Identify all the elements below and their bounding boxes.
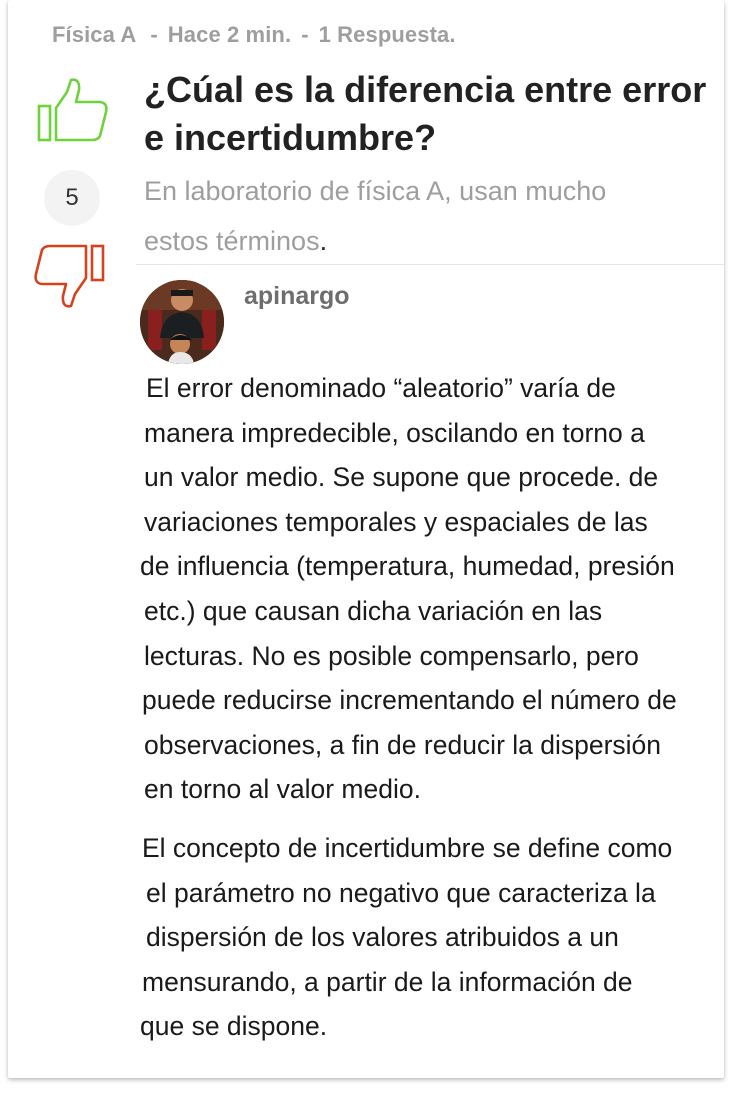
- answer-line: observaciones, a fin de reducir la dispe…: [144, 729, 662, 760]
- answer-line: El concepto de incertidumbre se define c…: [142, 832, 673, 863]
- question-description: En laboratorio de física A, usan mucho e…: [144, 166, 684, 266]
- question-title[interactable]: ¿Cúal es la diferencia entre error e inc…: [144, 66, 714, 162]
- meta-separator: -: [301, 22, 309, 47]
- answer-line: manera impredecible, oscilando en torno …: [144, 417, 645, 448]
- avatar-photo: [140, 280, 224, 364]
- time-label: Hace 2 min.: [167, 22, 292, 47]
- vote-count: 5: [44, 170, 100, 226]
- avatar[interactable]: [140, 280, 224, 364]
- divider: [136, 264, 724, 265]
- answer-line: que se dispone.: [140, 1011, 328, 1042]
- answer-line: variaciones temporales y espaciales de l…: [144, 506, 648, 537]
- thumbs-down-icon[interactable]: [32, 242, 106, 310]
- answer-line: dispersión de los valores atribuidos a u…: [146, 922, 619, 953]
- question-card: Física A - Hace 2 min. -1 Respuesta. 5 ¿Cúa…: [8, 0, 724, 1078]
- answer-line: El error denominado “aleatorio” varía de: [146, 373, 616, 403]
- question-meta: Física A - Hace 2 min. -1 Respuesta.: [52, 22, 456, 48]
- meta-separator: -: [150, 22, 158, 47]
- question-title-line: ¿Cúal es la diferencia entre error: [144, 69, 707, 110]
- answer-line: de influencia (temperatura, humedad, pre…: [140, 551, 675, 582]
- answer-line: etc.) que causan dicha variación en las: [144, 595, 603, 626]
- answer-line: puede reducirse incrementando el número …: [142, 685, 677, 716]
- answer-line: en torno al valor medio.: [144, 774, 421, 805]
- answer-line: un valor medio. Se supone que procede. d…: [144, 462, 659, 493]
- question-title-line: e incertidumbre?: [144, 117, 437, 158]
- answer-line: mensurando, a partir de la información d…: [142, 966, 633, 997]
- description-line: estos términos.: [144, 226, 328, 256]
- subject-label[interactable]: Física A: [52, 22, 136, 47]
- description-line: En laboratorio de física A, usan mucho: [144, 176, 607, 206]
- answer-line: el parámetro no negativo que caracteriza…: [146, 877, 656, 908]
- answer-line: lecturas. No es posible compensarlo, per…: [144, 640, 639, 671]
- answer-body: El error denominado “aleatorio” varía de…: [140, 366, 724, 1049]
- answer-username[interactable]: apinargo: [244, 282, 350, 311]
- thumbs-up-icon[interactable]: [36, 76, 110, 144]
- responses-count[interactable]: 1 Respuesta.: [319, 22, 456, 47]
